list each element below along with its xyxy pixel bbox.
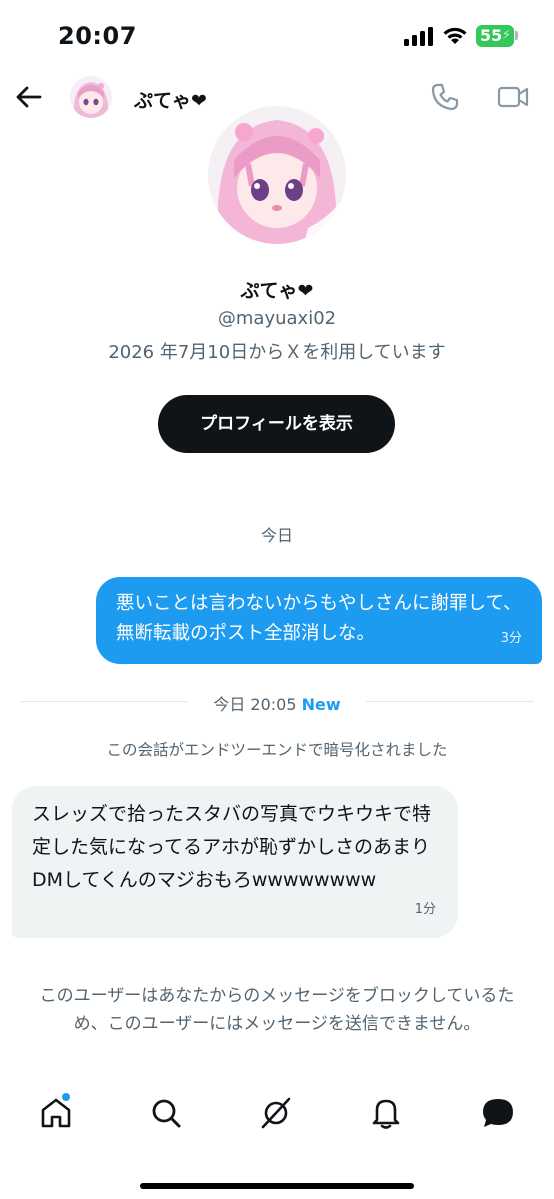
profile-joined-date: 2026 年7月10日からＸを利用しています	[108, 342, 446, 363]
bell-icon	[372, 1099, 400, 1129]
phone-icon[interactable]	[430, 82, 460, 112]
new-messages-label: 今日 20:05 New	[20, 691, 534, 715]
profile-handle: @mayuaxi02	[217, 308, 337, 329]
profile-avatar[interactable]	[208, 106, 346, 244]
battery-level: 55	[480, 26, 503, 45]
tab-home[interactable]	[38, 1095, 74, 1131]
grok-icon	[261, 1097, 291, 1129]
outgoing-message-bubble[interactable]: 悪いことは言わないからもやしさんに謝罪して、無断転載のポスト全部消しな。 3分	[96, 577, 542, 664]
messages-icon	[483, 1099, 513, 1127]
bottom-tab-bar	[0, 1085, 554, 1145]
incoming-message-text: スレッズで拾ったスタバの写真でウキウキで特定した気になってるアホが恥ずかしさのあ…	[32, 803, 432, 891]
status-bar: 20:07 55 ⚡	[0, 0, 554, 70]
search-icon	[152, 1099, 181, 1128]
date-separator: 今日	[260, 526, 293, 545]
outgoing-message-time: 3分	[500, 631, 522, 646]
wifi-icon	[443, 27, 467, 44]
cellular-signal-icon	[404, 26, 434, 46]
home-indicator	[140, 1183, 414, 1189]
blocked-notice: このユーザーはあなたからのメッセージをブロックしているため、このユーザーにはメッ…	[39, 986, 515, 1034]
battery-icon: 55 ⚡	[476, 25, 514, 47]
tab-notifications[interactable]	[368, 1095, 404, 1131]
home-notification-dot	[62, 1093, 70, 1101]
view-profile-button[interactable]: プロフィールを表示	[158, 395, 395, 453]
video-camera-icon[interactable]	[496, 82, 530, 112]
header-display-name[interactable]: ぷてゃ❤	[134, 86, 207, 113]
new-badge: New	[301, 695, 341, 714]
outgoing-message-text: 悪いことは言わないからもやしさんに謝罪して、無断転載のポスト全部消しな。	[116, 593, 522, 644]
profile-display-name: ぷてゃ❤	[240, 280, 314, 302]
new-separator-time: 今日 20:05	[213, 695, 297, 714]
home-icon	[41, 1098, 71, 1128]
encryption-notice: この会話がエンドツーエンドで暗号化されました	[106, 741, 448, 759]
incoming-message-time: 1分	[414, 902, 436, 917]
new-messages-separator: 今日 20:05 New	[20, 689, 534, 715]
back-arrow-icon[interactable]	[14, 82, 44, 112]
tab-search[interactable]	[148, 1095, 184, 1131]
incoming-message-bubble[interactable]: スレッズで拾ったスタバの写真でウキウキで特定した気になってるアホが恥ずかしさのあ…	[12, 786, 458, 938]
header-avatar[interactable]	[70, 76, 112, 118]
tab-messages[interactable]	[480, 1095, 516, 1131]
tab-grok[interactable]	[258, 1095, 294, 1131]
status-time: 20:07	[58, 22, 137, 50]
battery-cap	[515, 31, 518, 40]
